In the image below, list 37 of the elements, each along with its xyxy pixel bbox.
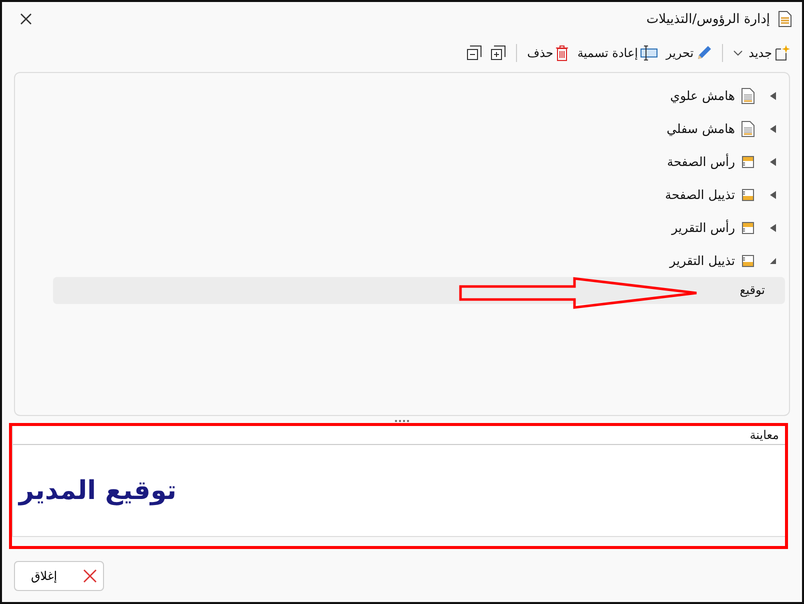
header-icon [741, 154, 755, 170]
delete-button[interactable]: حذف [525, 45, 572, 61]
rename-icon [640, 45, 658, 61]
close-icon [83, 569, 97, 583]
trash-icon [555, 45, 570, 61]
header-icon [741, 220, 755, 236]
collapse-all-button[interactable] [464, 45, 484, 61]
tree-item[interactable]: رأس التقرير [672, 220, 735, 235]
tree-item[interactable]: توقيع [53, 277, 785, 304]
new-button[interactable]: جديد [730, 45, 792, 61]
expand-triangle-icon[interactable] [769, 158, 777, 166]
tree-item[interactable]: رأس الصفحة [667, 154, 735, 169]
preview-text: توقيع المدير [19, 476, 177, 506]
close-button[interactable]: إغلاق [14, 561, 104, 591]
footer-icon [741, 186, 755, 202]
window-title: إدارة الرؤوس/التذييلات [646, 12, 770, 26]
page-icon [741, 120, 755, 136]
new-document-icon [774, 45, 790, 61]
caret-icon [732, 50, 743, 56]
tree-item[interactable]: تذييل التقرير [670, 253, 735, 268]
rename-button[interactable]: إعادة تسمية [575, 45, 660, 61]
tree-item[interactable]: هامش علوي [670, 88, 735, 103]
pencil-icon [696, 45, 712, 61]
expand-all-button[interactable] [488, 45, 508, 61]
footer-icon [741, 252, 755, 268]
expand-triangle-icon[interactable] [769, 190, 777, 198]
close-icon [20, 13, 32, 25]
collapse-triangle-icon[interactable] [769, 256, 777, 264]
tree-item[interactable]: تذييل الصفحة [665, 187, 735, 202]
edit-button[interactable]: تحرير [664, 45, 714, 61]
document-icon [778, 11, 792, 27]
tree-item[interactable]: هامش سفلي [666, 121, 735, 136]
expand-triangle-icon[interactable] [769, 92, 777, 100]
page-icon [741, 88, 755, 104]
preview-label: معاينة [750, 428, 779, 442]
expand-triangle-icon[interactable] [769, 224, 777, 232]
expand-triangle-icon[interactable] [769, 124, 777, 132]
